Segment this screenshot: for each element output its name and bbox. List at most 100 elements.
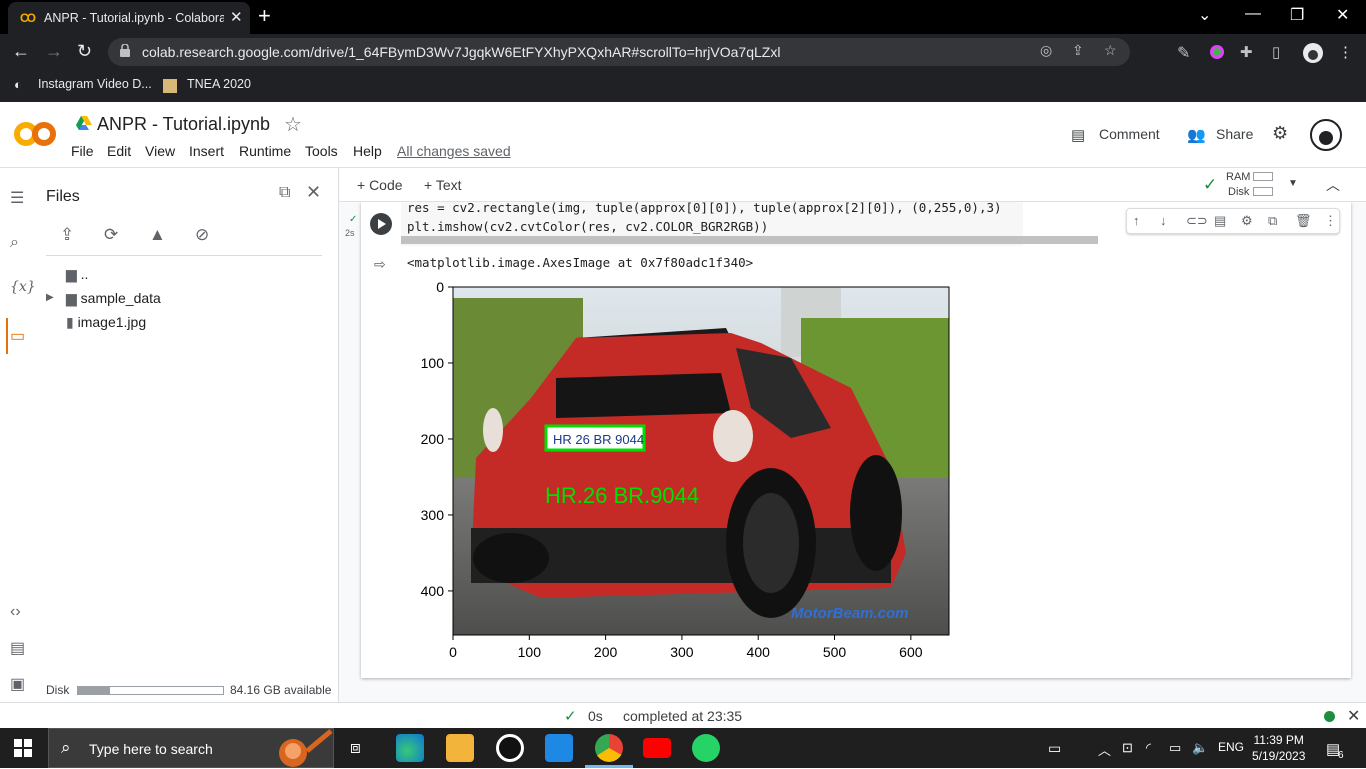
status-time[interactable]: 0s: [588, 708, 603, 724]
file-row-folder[interactable]: ▆ sample_data: [66, 290, 161, 307]
search-icon[interactable]: ⌕: [10, 234, 19, 252]
volume-icon[interactable]: 🔈: [1192, 740, 1208, 756]
menu-runtime[interactable]: Runtime: [239, 143, 291, 159]
share-button[interactable]: Share: [1216, 126, 1253, 142]
delete-cell-icon[interactable]: 🗑: [1295, 213, 1312, 229]
code-line-2[interactable]: plt.imshow(cv2.cvtColor(res, cv2.COLOR_B…: [407, 219, 768, 234]
terminal-icon[interactable]: ▣: [10, 674, 25, 694]
disk-available: 84.16 GB available: [230, 683, 332, 697]
runtime-dropdown-icon[interactable]: ▼: [1288, 178, 1298, 189]
task-view-icon[interactable]: ⧈: [350, 738, 361, 758]
bookmark-instagram[interactable]: Instagram Video D...: [38, 77, 152, 91]
menu-view[interactable]: View: [145, 143, 175, 159]
taskbar-clock[interactable]: 11:39 PM 5/19/2023: [1252, 732, 1305, 764]
output-action-icon[interactable]: ⇨: [374, 256, 386, 273]
move-down-icon[interactable]: ↓: [1160, 213, 1167, 228]
more-options-icon[interactable]: ⋮: [1324, 213, 1337, 229]
address-bar[interactable]: colab.research.google.com/drive/1_64FBym…: [108, 38, 1130, 66]
add-text-button[interactable]: + Text: [424, 177, 462, 193]
store-icon[interactable]: [446, 734, 474, 762]
new-tab-icon[interactable]: +: [258, 3, 271, 29]
command-palette-icon[interactable]: ▤: [10, 638, 25, 658]
tray-chevron-icon[interactable]: ︿: [1098, 740, 1111, 759]
star-notebook-icon[interactable]: ☆: [284, 112, 302, 137]
tab-search-icon[interactable]: ⌄: [1198, 5, 1211, 25]
eye-off-icon[interactable]: ◎: [1040, 42, 1052, 59]
mount-drive-icon[interactable]: ▲: [149, 225, 169, 245]
hide-files-icon[interactable]: ⊘: [195, 225, 215, 245]
files-panel: Files ⧉ ✕ ⇪ ⟳ ▲ ⊘ ▆ .. ▶ ▆ sample_data ▮…: [38, 168, 339, 702]
account-avatar[interactable]: [1310, 119, 1342, 151]
taskbar-search[interactable]: ⌕ Type here to search: [48, 728, 334, 768]
collapse-header-icon[interactable]: ︿: [1326, 175, 1340, 195]
upload-file-icon[interactable]: ⇪: [60, 225, 80, 245]
output-text[interactable]: <matplotlib.image.AxesImage at 0x7f80adc…: [407, 255, 753, 270]
file-row-parent[interactable]: ▆ ..: [66, 266, 88, 283]
back-icon[interactable]: ←: [12, 41, 30, 62]
comment-button[interactable]: Comment: [1099, 126, 1160, 142]
files-folder-icon[interactable]: ▭: [10, 326, 25, 346]
open-in-tab-icon[interactable]: ⧉: [279, 184, 290, 202]
cell-settings-icon[interactable]: ⚙: [1241, 213, 1253, 229]
menu-help[interactable]: Help: [353, 143, 382, 159]
ram-label[interactable]: RAM: [1226, 171, 1250, 183]
y-tick-label: 200: [421, 431, 445, 447]
mirror-cell-icon[interactable]: ⧉: [1268, 213, 1277, 229]
forward-icon[interactable]: →: [45, 41, 63, 62]
save-status[interactable]: All changes saved: [397, 143, 511, 159]
colab-logo-icon[interactable]: [14, 117, 56, 151]
mail-icon[interactable]: [545, 734, 573, 762]
move-up-icon[interactable]: ↑: [1133, 213, 1140, 228]
settings-gear-icon[interactable]: ⚙: [1272, 123, 1288, 144]
restore-icon[interactable]: ❐: [1290, 5, 1304, 25]
recorder-icon[interactable]: [496, 734, 524, 762]
tab-close-icon[interactable]: ✕: [230, 8, 243, 26]
menu-insert[interactable]: Insert: [189, 143, 224, 159]
extensions-puzzle-icon[interactable]: ✚: [1240, 43, 1258, 61]
variables-icon[interactable]: {x}: [10, 279, 36, 295]
code-snippets-icon[interactable]: ‹›: [10, 603, 21, 621]
profile-avatar-icon[interactable]: [1303, 43, 1323, 63]
bookmark-tnea[interactable]: TNEA 2020: [187, 77, 251, 91]
notebook-title[interactable]: ANPR - Tutorial.ipynb: [97, 114, 270, 135]
color-extension-icon[interactable]: [1208, 43, 1226, 61]
share-page-icon[interactable]: ⇪: [1072, 42, 1084, 59]
pen-extension-icon[interactable]: ✎: [1177, 43, 1195, 62]
disk-resource-label[interactable]: Disk: [1228, 186, 1249, 198]
chrome-icon[interactable]: [595, 734, 623, 762]
close-panel-icon[interactable]: ✕: [306, 182, 321, 203]
expand-arrow-icon[interactable]: ▶: [46, 292, 54, 303]
add-code-button[interactable]: + Code: [357, 177, 403, 193]
reload-icon[interactable]: ↻: [77, 41, 92, 62]
language-indicator[interactable]: ENG: [1218, 740, 1244, 754]
link-icon[interactable]: ⊂⊃: [1186, 213, 1208, 229]
bookmark-star-icon[interactable]: ☆: [1104, 42, 1117, 59]
browser-tab[interactable]: CO ANPR - Tutorial.ipynb - Colabora ✕: [8, 2, 250, 34]
horizontal-scrollbar[interactable]: [401, 236, 1098, 244]
run-cell-icon[interactable]: [370, 213, 392, 235]
whatsapp-icon[interactable]: [692, 734, 720, 762]
edge-icon[interactable]: [396, 734, 424, 762]
menu-file[interactable]: File: [71, 143, 94, 159]
file-row-image[interactable]: ▮ image1.jpg: [66, 314, 146, 331]
code-line-1[interactable]: res = cv2.rectangle(img, tuple(approx[0]…: [407, 202, 1002, 215]
minimize-icon[interactable]: —: [1245, 5, 1261, 23]
chrome-menu-icon[interactable]: ⋮: [1338, 43, 1356, 61]
status-close-icon[interactable]: ✕: [1347, 706, 1360, 726]
battery-icon[interactable]: ▭: [1169, 740, 1181, 756]
comment-cell-icon[interactable]: ▤: [1214, 213, 1226, 229]
google-drive-icon[interactable]: [76, 116, 92, 130]
usb-icon[interactable]: ⊡: [1122, 740, 1133, 756]
table-of-contents-icon[interactable]: ☰: [10, 188, 24, 208]
windows-start-icon[interactable]: [14, 739, 32, 757]
code-cell[interactable]: ✓ 2s res = cv2.rectangle(img, tuple(appr…: [345, 202, 1351, 678]
side-panel-icon[interactable]: ▯: [1272, 43, 1290, 61]
window-close-icon[interactable]: ✕: [1336, 5, 1349, 25]
menu-edit[interactable]: Edit: [107, 143, 131, 159]
keyboard-icon[interactable]: ▭: [1048, 740, 1061, 757]
menu-tools[interactable]: Tools: [305, 143, 338, 159]
wifi-icon[interactable]: ◜: [1146, 740, 1151, 756]
status-message[interactable]: completed at 23:35: [623, 708, 742, 724]
youtube-icon[interactable]: [643, 738, 671, 758]
refresh-folder-icon[interactable]: ⟳: [104, 225, 124, 245]
